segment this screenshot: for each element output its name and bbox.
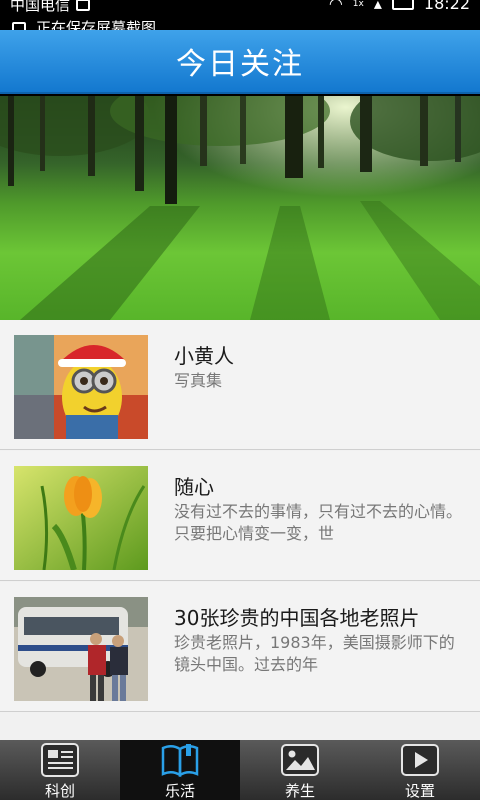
list-item[interactable]: 随心 没有过不去的事情，只有过不去的心情。只要把心情变一变，世 (0, 451, 480, 581)
list-item[interactable]: 30张珍贵的中国各地老照片 珍贵老照片，1983年，美国摄影师下的镜头中国。过去… (0, 582, 480, 712)
app-header: 今日关注 (0, 30, 480, 94)
tab-label: 科创 (44, 782, 75, 800)
status-bar: 中国电信 正在保存屏幕截图 ◠ 1x ▴ 18:22 (0, 0, 480, 30)
item-title: 小黄人 (174, 344, 234, 368)
list-item[interactable]: 小黄人 写真集 (0, 320, 480, 450)
item-description: 没有过不去的事情，只有过不去的心情。只要把心情变一变，世 (174, 502, 463, 543)
image-icon (12, 21, 26, 30)
banner-forest-image[interactable] (0, 96, 480, 320)
article-list: 小黄人 写真集 随心 没有过不去的事情，只有过不去的心情。只要把心情变一变，世 … (0, 320, 480, 740)
item-description: 珍贵老照片，1983年，美国摄影师下的镜头中国。过去的年 (174, 633, 455, 674)
tab-label: 乐活 (164, 782, 195, 800)
tulip-photo-icon (14, 466, 148, 570)
forest-photo-icon (0, 96, 480, 320)
tab-lehuo[interactable]: 乐活 (120, 740, 240, 800)
tab-kechuang[interactable]: 科创 (0, 740, 120, 800)
notification-text: 正在保存屏幕截图 (36, 19, 157, 30)
tab-shezhi[interactable]: 设置 (360, 740, 480, 800)
picture-icon (281, 744, 319, 776)
network-type: 1x (352, 0, 364, 9)
item-description: 写真集 (174, 371, 223, 390)
screenshot-icon (76, 0, 91, 11)
signal-icon: ▴ (373, 0, 382, 13)
old-photo-icon (14, 597, 148, 701)
item-title: 随心 (174, 475, 214, 499)
book-icon (161, 744, 199, 778)
bottom-navigation: 科创 乐活 养生 设置 (0, 740, 480, 800)
wifi-icon: ◠ (328, 0, 343, 13)
tab-label: 设置 (404, 782, 435, 800)
play-icon (401, 744, 439, 776)
tab-yangsheng[interactable]: 养生 (240, 740, 360, 800)
minion-photo-icon (14, 335, 148, 439)
battery-icon (391, 0, 414, 10)
item-title: 30张珍贵的中国各地老照片 (174, 606, 420, 630)
page-title: 今日关注 (176, 47, 304, 82)
tab-label: 养生 (284, 782, 315, 800)
newspaper-icon (41, 743, 79, 777)
clock: 18:22 (423, 0, 470, 13)
carrier-label: 中国电信 (10, 0, 71, 14)
